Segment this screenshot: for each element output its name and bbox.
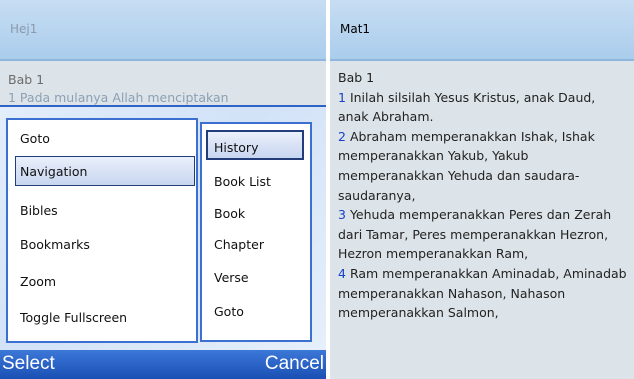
cancel-softkey[interactable]: Cancel xyxy=(265,353,324,375)
select-softkey[interactable]: Select xyxy=(2,353,55,375)
verse-text: Ram memperanakkan Aminadab, Aminadab mem… xyxy=(338,265,627,321)
scripture-text: Bab 1 1 Inilah silsilah Yesus Kristus, a… xyxy=(338,68,628,323)
submenu-item-goto[interactable]: Goto xyxy=(214,304,244,319)
verse-number: 3 xyxy=(338,207,346,223)
title-bar: Hej1 xyxy=(0,0,326,61)
menu-item-zoom[interactable]: Zoom xyxy=(20,274,56,289)
title-bar: Mat1 xyxy=(330,0,634,61)
menu-item-toggle-fullscreen[interactable]: Toggle Fullscreen xyxy=(20,310,127,325)
left-phone-screen: Hej1 Bab 1 1 Pada mulanya Allah mencipta… xyxy=(0,0,326,379)
verse: 4 Ram memperanakkan Aminadab, Aminadab m… xyxy=(338,264,628,323)
verse-number: 2 xyxy=(338,128,346,144)
verse: 3 Yehuda memperanakkan Peres dan Zerah d… xyxy=(338,205,628,264)
verse: 2 Abraham memperanakkan Ishak, Ishak mem… xyxy=(338,127,628,205)
chapter-heading: Bab 1 xyxy=(8,72,45,87)
book-title: Mat1 xyxy=(340,22,371,36)
verse: 1 Inilah silsilah Yesus Kristus, anak Da… xyxy=(338,88,628,127)
submenu-item-book-list[interactable]: Book List xyxy=(214,174,271,189)
verse-number: 4 xyxy=(338,265,346,281)
menu-item-navigation[interactable]: Navigation xyxy=(20,164,87,179)
menu-item-goto[interactable]: Goto xyxy=(20,131,50,146)
right-phone-screen: Mat1 Bab 1 1 Inilah silsilah Yesus Krist… xyxy=(330,0,634,379)
chapter-heading: Bab 1 xyxy=(338,70,375,85)
verse-text: Inilah silsilah Yesus Kristus, anak Daud… xyxy=(338,89,596,125)
submenu-item-book[interactable]: Book xyxy=(214,206,245,221)
menu-item-bibles[interactable]: Bibles xyxy=(20,203,58,218)
verse-text: Abraham memperanakkan Ishak, Ishak mempe… xyxy=(338,128,595,203)
submenu-item-verse[interactable]: Verse xyxy=(214,270,249,285)
submenu-item-chapter[interactable]: Chapter xyxy=(214,237,264,252)
menu-item-bookmarks[interactable]: Bookmarks xyxy=(20,237,90,252)
softkey-bar: Select Cancel xyxy=(0,350,326,379)
verse-number: 1 xyxy=(338,89,346,105)
book-title: Hej1 xyxy=(10,22,38,36)
submenu-item-history[interactable]: History xyxy=(214,140,258,155)
verse-text: Yehuda memperanakkan Peres dan Zerah dar… xyxy=(338,207,612,262)
